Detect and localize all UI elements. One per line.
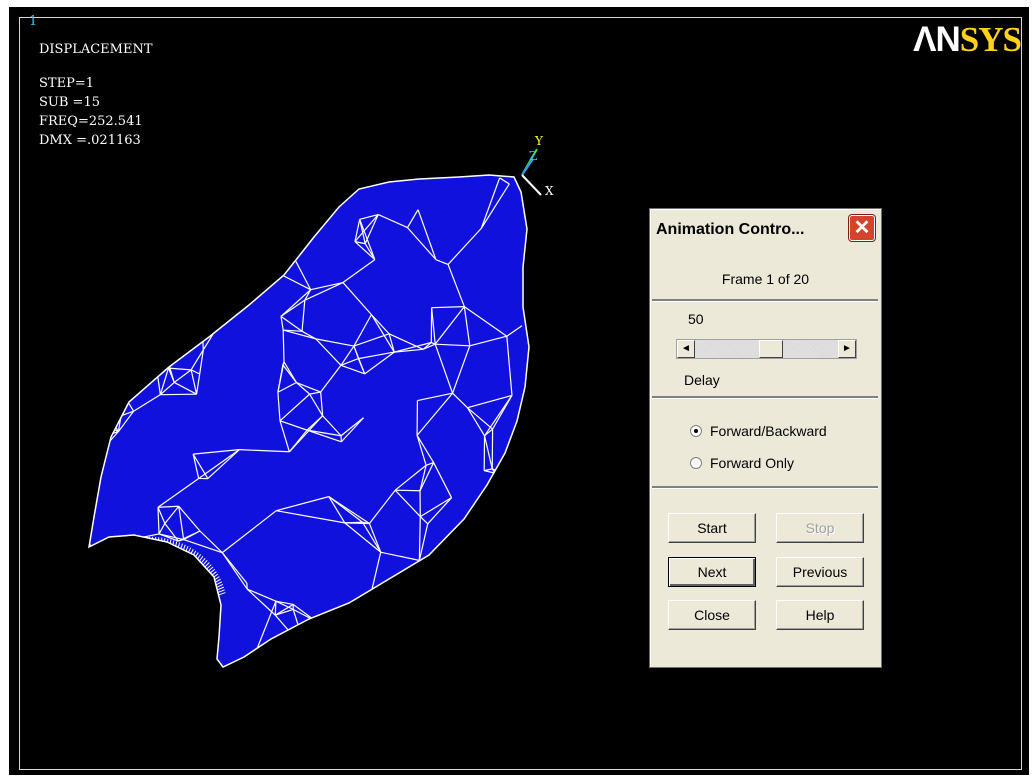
axis-triad: Y Z X: [521, 134, 554, 198]
scroll-right-arrow-icon[interactable]: ►: [838, 340, 856, 358]
radio-label: Forward/Backward: [710, 423, 827, 439]
close-button[interactable]: Close: [668, 600, 756, 630]
separator: [652, 486, 878, 489]
animation-controller-dialog[interactable]: Animation Contro... ✕ Frame 1 of 20 50 ◄…: [649, 208, 882, 668]
separator: [652, 299, 878, 302]
radio-forward-only[interactable]: Forward Only: [690, 453, 794, 473]
delay-scrollbar[interactable]: ◄ ►: [676, 339, 857, 359]
scroll-thumb[interactable]: [759, 340, 783, 358]
triad-x-label: X: [545, 184, 554, 198]
triad-z-label: Z: [529, 149, 537, 163]
previous-button[interactable]: Previous: [776, 557, 864, 587]
frame-label: Frame 1 of 20: [721, 271, 810, 287]
radio-label: Forward Only: [710, 455, 795, 471]
help-button[interactable]: Help: [776, 600, 864, 630]
dialog-title: Animation Contro...: [656, 221, 805, 238]
radio-unselected-icon[interactable]: [690, 457, 702, 470]
next-button[interactable]: Next: [668, 557, 756, 587]
radio-selected-icon[interactable]: [690, 425, 702, 438]
deformed-mesh: [88, 174, 530, 668]
delay-value: 50: [688, 311, 704, 327]
start-button[interactable]: Start: [668, 513, 756, 543]
triad-y-label: Y: [534, 134, 544, 148]
separator: [652, 396, 878, 399]
stop-button[interactable]: Stop: [776, 513, 864, 543]
close-icon[interactable]: ✕: [849, 215, 875, 241]
delay-label: Delay: [684, 372, 720, 388]
scroll-left-arrow-icon[interactable]: ◄: [677, 340, 695, 358]
radio-forward-backward[interactable]: Forward/Backward: [690, 421, 827, 441]
